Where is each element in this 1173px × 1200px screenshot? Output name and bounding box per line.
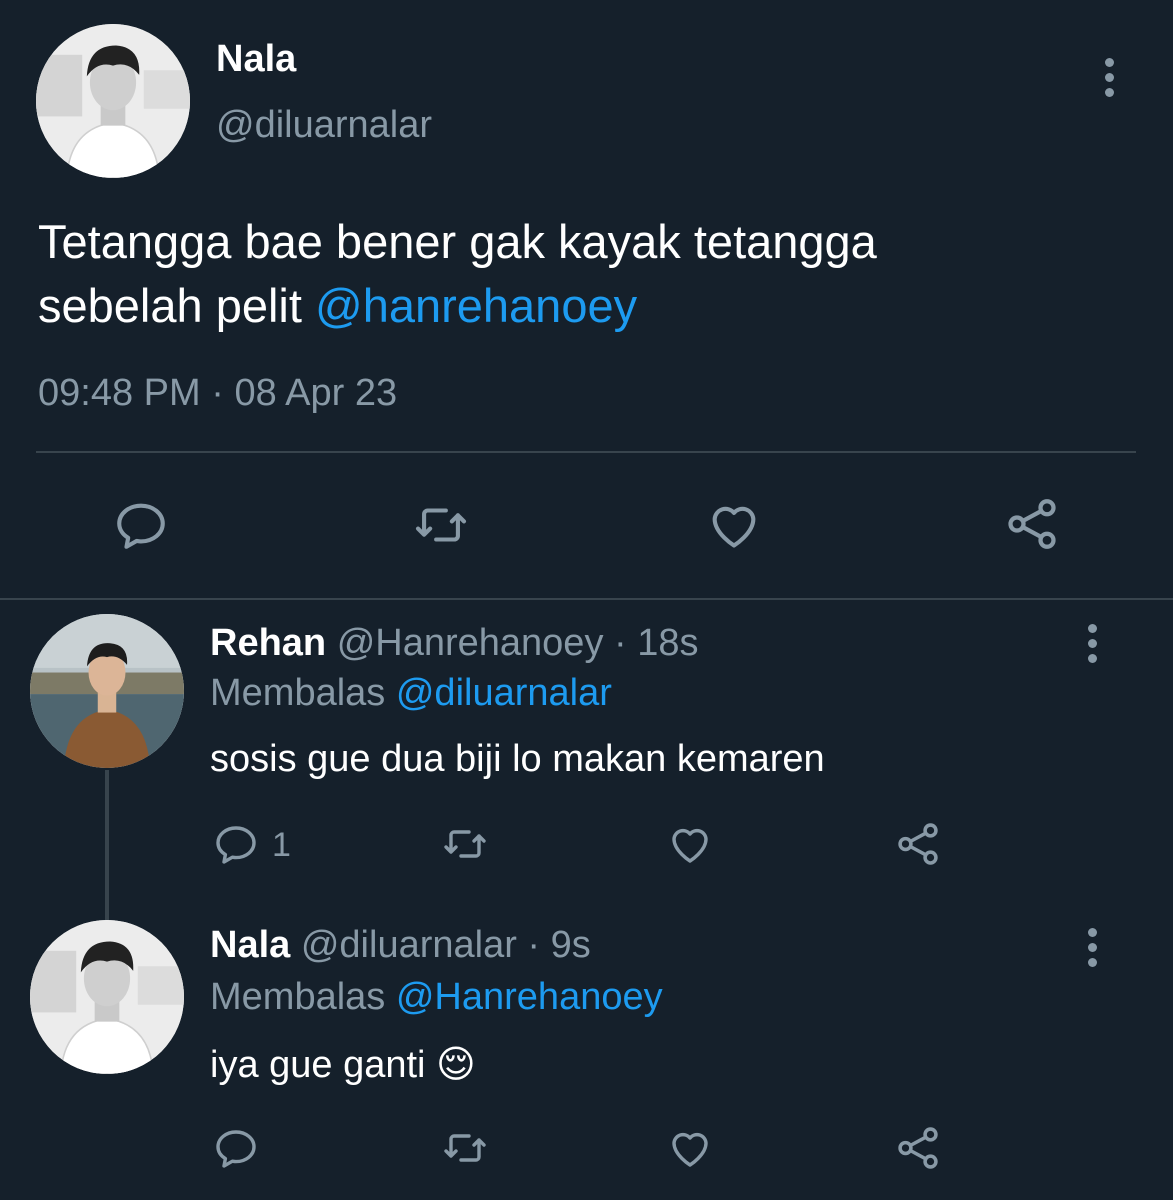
tweet-date: 08 Apr 23 (234, 372, 398, 414)
heart-icon[interactable] (664, 1124, 716, 1172)
avatar[interactable] (30, 920, 184, 1074)
reply-text: sosis gue dua biji lo makan kemaren (210, 738, 825, 780)
reply-icon[interactable] (112, 496, 170, 554)
tweet-time: 09:48 PM (38, 372, 201, 414)
reply-count: 1 (272, 826, 291, 864)
reply-text-content: iya gue ganti (210, 1044, 426, 1086)
mention-link[interactable]: @diluarnalar (396, 672, 612, 714)
heart-icon[interactable] (664, 820, 716, 868)
reply-icon[interactable] (212, 1124, 260, 1172)
author-handle[interactable]: @diluarnalar (216, 104, 432, 147)
thread-line (105, 770, 109, 920)
tweet-text-line: sebelah pelit @hanrehanoey (38, 274, 1138, 338)
author-name[interactable]: Rehan (210, 622, 326, 664)
more-vertical-icon[interactable] (1104, 58, 1114, 103)
age-separator: · (603, 622, 638, 664)
avatar[interactable] (36, 24, 190, 178)
reply-header: Nala @diluarnalar · 9s (210, 924, 591, 967)
retweet-icon[interactable] (439, 820, 491, 868)
age-separator: · (516, 924, 551, 966)
retweet-icon[interactable] (411, 496, 471, 554)
more-vertical-icon[interactable] (1087, 624, 1097, 669)
replying-label: Membalas (210, 976, 386, 1018)
author-name[interactable]: Nala (210, 924, 290, 966)
share-icon[interactable] (1002, 494, 1062, 554)
reply-age: 9s (550, 924, 591, 966)
retweet-icon[interactable] (439, 1124, 491, 1172)
divider (0, 598, 1173, 600)
share-icon[interactable] (893, 818, 943, 870)
divider (36, 451, 1136, 453)
timestamp-separator: · (200, 372, 235, 414)
tweet-text-line: Tetangga bae bener gak kayak tetangga (38, 215, 877, 268)
replying-label: Membalas (210, 672, 386, 714)
reply-text: iya gue ganti 😌 (210, 1042, 476, 1087)
more-vertical-icon[interactable] (1087, 928, 1097, 973)
mention-link[interactable]: @hanrehanoey (315, 279, 637, 332)
tweet-text: Tetangga bae bener gak kayak tetangga se… (38, 210, 1138, 338)
reply-header: Rehan @Hanrehanoey · 18s (210, 622, 699, 665)
reply-icon[interactable] (212, 820, 260, 868)
share-icon[interactable] (893, 1122, 943, 1174)
tweet-text-fragment: sebelah pelit (38, 279, 315, 332)
tweet-timestamp: 09:48 PM · 08 Apr 23 (38, 372, 397, 415)
reply-age: 18s (637, 622, 699, 664)
replying-to: Membalas @diluarnalar (210, 672, 612, 715)
author-handle[interactable]: @Hanrehanoey (337, 622, 604, 664)
heart-icon[interactable] (704, 496, 764, 554)
mention-link[interactable]: @Hanrehanoey (396, 976, 663, 1018)
author-name[interactable]: Nala (216, 38, 296, 81)
relieved-face-emoji-icon: 😌 (436, 1044, 476, 1086)
author-handle[interactable]: @diluarnalar (301, 924, 517, 966)
avatar[interactable] (30, 614, 184, 768)
replying-to: Membalas @Hanrehanoey (210, 976, 663, 1019)
